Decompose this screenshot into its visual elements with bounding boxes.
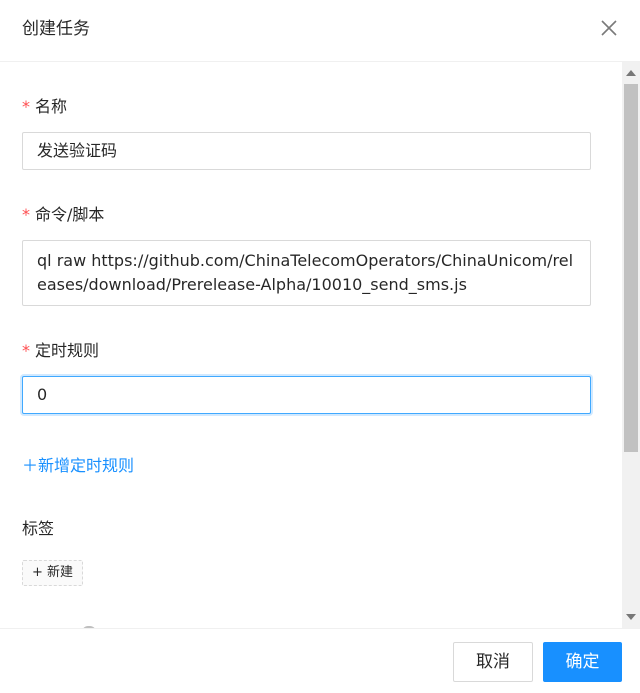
new-tag-button[interactable]: + 新建 [22,560,84,586]
command-label-text: 命令/脚本 [35,205,105,224]
modal-header: 创建任务 [0,0,640,62]
scroll-down-arrow-icon[interactable] [626,614,636,620]
modal-body: * 名称 发送验证码 * 命令/脚本 ql raw https://github.c… [0,62,622,628]
cancel-button[interactable]: 取消 [453,642,533,682]
required-mark: * [22,341,30,360]
schedule-label: * 定时规则 [22,340,99,362]
required-mark: * [22,205,30,224]
name-label: * 名称 [22,96,67,118]
command-label: * 命令/脚本 [22,204,104,226]
ok-button[interactable]: 确定 [543,642,622,682]
scrollbar-thumb[interactable] [624,84,638,452]
scrollbar[interactable] [622,62,640,628]
tags-label: 标签 [22,519,55,538]
close-icon[interactable] [598,17,620,39]
modal-title: 创建任务 [22,19,90,39]
scroll-up-arrow-icon[interactable] [626,70,636,76]
name-label-text: 名称 [35,97,68,116]
modal-footer: 取消 确定 [0,628,640,693]
command-textarea[interactable]: ql raw https://github.com/ChinaTelecomOp… [22,240,591,306]
name-input[interactable]: 发送验证码 [22,132,591,170]
add-schedule-link[interactable]: ＋新增定时规则 [22,454,134,478]
schedule-label-text: 定时规则 [35,341,100,360]
required-mark: * [22,97,30,116]
create-task-modal: 创建任务 * 名称 发送验证码 * 命令/脚本 ql raw https://git… [0,0,640,693]
schedule-input[interactable]: 0 [22,376,591,414]
